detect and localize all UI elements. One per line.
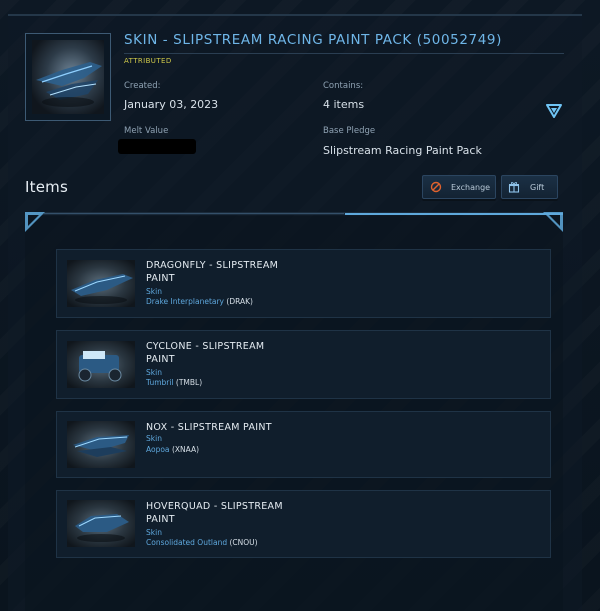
melt-value-redacted — [118, 139, 196, 154]
pledge-thumbnail[interactable] — [25, 33, 111, 121]
manufacturer-name: Aopoa — [146, 445, 170, 454]
manufacturer-code: (DRAK) — [226, 297, 253, 306]
item-manufacturer: Aopoa (XNAA) — [146, 445, 199, 454]
manufacturer-code: (CNOU) — [229, 538, 258, 547]
item-name: NOX - SLIPSTREAM PAINT — [146, 421, 296, 434]
gift-button[interactable]: Gift — [501, 175, 558, 199]
exchange-icon — [430, 181, 442, 193]
ship-image — [36, 62, 102, 107]
corner-right-icon — [543, 212, 563, 232]
item-type: Skin — [146, 368, 162, 377]
item-name-line1: NOX - SLIPSTREAM PAINT — [146, 422, 272, 433]
title-divider — [124, 53, 564, 54]
items-heading: Items — [25, 178, 68, 196]
item-thumbnail — [67, 341, 135, 388]
base-pledge-value: Slipstream Racing Paint Pack — [323, 144, 482, 157]
ship-image — [75, 514, 129, 542]
item-name-line1: DRAGONFLY - SLIPSTREAM — [146, 260, 279, 271]
ship-image — [78, 351, 122, 382]
item-name: CYCLONE - SLIPSTREAM PAINT — [146, 340, 296, 366]
ship-image — [71, 274, 133, 304]
item-name-line2: PAINT — [146, 514, 175, 525]
gift-button-label: Gift — [530, 182, 545, 192]
item-name-line2: PAINT — [146, 354, 175, 365]
exchange-button-label: Exchange — [451, 182, 491, 192]
item-type: Skin — [146, 287, 162, 296]
melt-value-label: Melt Value — [124, 126, 169, 136]
list-item[interactable]: NOX - SLIPSTREAM PAINT Skin Aopoa (XNAA) — [56, 411, 551, 478]
item-manufacturer: Drake Interplanetary (DRAK) — [146, 297, 253, 306]
item-name: DRAGONFLY - SLIPSTREAM PAINT — [146, 259, 296, 285]
gift-icon — [508, 182, 520, 193]
pledge-title: SKIN - SLIPSTREAM RACING PAINT PACK (500… — [124, 32, 502, 48]
contains-value: 4 items — [323, 98, 365, 111]
base-pledge-label: Base Pledge — [323, 126, 376, 136]
created-value: January 03, 2023 — [124, 98, 219, 111]
status-badge: ATTRIBUTED — [124, 57, 172, 65]
item-thumbnail — [67, 421, 135, 468]
ship-image — [73, 435, 129, 457]
item-thumbnail — [67, 260, 135, 307]
item-manufacturer: Tumbril (TMBL) — [146, 378, 202, 387]
item-name-line1: HOVERQUAD - SLIPSTREAM — [146, 501, 283, 512]
items-panel-bar-line — [44, 213, 344, 214]
list-item[interactable]: DRAGONFLY - SLIPSTREAM PAINT Skin Drake … — [56, 249, 551, 318]
manufacturer-code: (TMBL) — [175, 378, 203, 387]
item-name: HOVERQUAD - SLIPSTREAM PAINT — [146, 500, 296, 526]
manufacturer-code: (XNAA) — [171, 445, 200, 454]
item-manufacturer: Consolidated Outland (CNOU) — [146, 538, 258, 547]
list-item[interactable]: CYCLONE - SLIPSTREAM PAINT Skin Tumbril … — [56, 330, 551, 399]
top-divider — [8, 14, 582, 16]
item-thumbnail — [67, 500, 135, 547]
manufacturer-name: Drake Interplanetary — [146, 297, 224, 306]
list-item[interactable]: HOVERQUAD - SLIPSTREAM PAINT Skin Consol… — [56, 490, 551, 558]
contains-label: Contains: — [323, 81, 364, 91]
item-name-line2: PAINT — [146, 273, 175, 284]
item-type: Skin — [146, 434, 162, 443]
manufacturer-name: Consolidated Outland — [146, 538, 228, 547]
items-panel-bar-accent — [345, 213, 563, 215]
chevron-down-icon[interactable] — [546, 104, 562, 118]
item-type: Skin — [146, 528, 162, 537]
corner-left-icon — [25, 212, 45, 232]
exchange-button[interactable]: Exchange — [422, 175, 496, 199]
item-name-line1: CYCLONE - SLIPSTREAM — [146, 341, 265, 352]
manufacturer-name: Tumbril — [146, 378, 174, 387]
pledge-thumbnail-image — [32, 40, 104, 114]
created-label: Created: — [124, 81, 161, 91]
